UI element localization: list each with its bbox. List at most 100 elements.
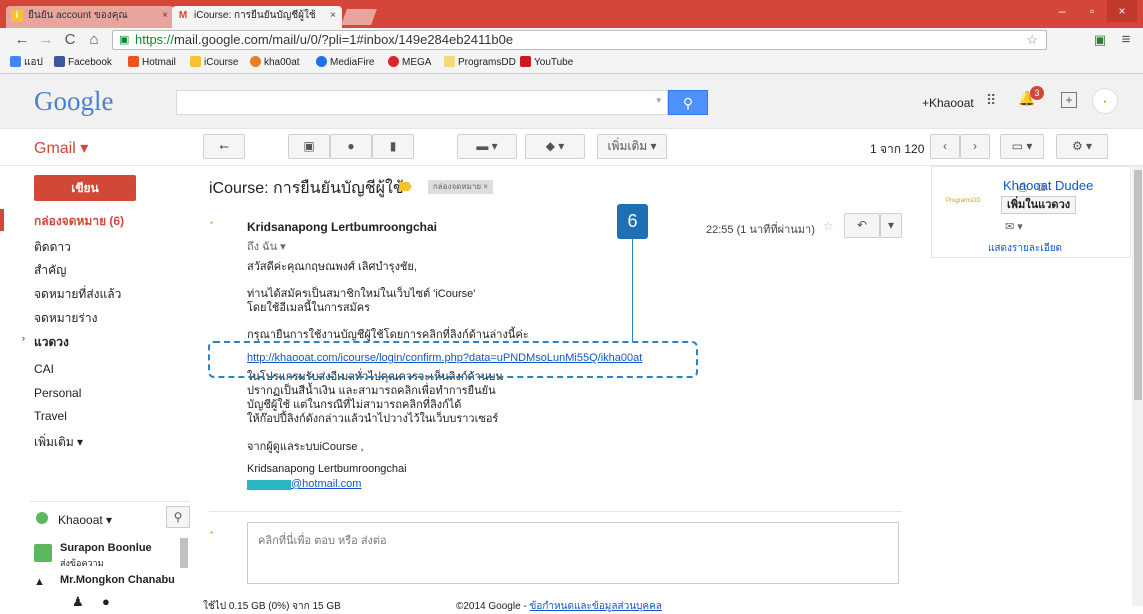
message-subject: iCourse: การยืนยันบัญชีผู้ใช้ xyxy=(209,180,404,197)
nav-drafts[interactable]: จดหมายร่าง xyxy=(34,309,97,328)
more-actions-button[interactable]: ▾ xyxy=(880,213,902,238)
nav-circles[interactable]: แวดวง xyxy=(34,333,69,352)
contact-card-name[interactable]: Khaooat Dudee xyxy=(1003,178,1093,193)
nav-starred[interactable]: ติดดาว xyxy=(34,238,71,257)
move-to-button[interactable]: ▬ ▾ xyxy=(457,134,517,159)
bookmark-youtube[interactable]: YouTube xyxy=(520,53,573,73)
minimize-icon[interactable]: – xyxy=(1047,0,1077,22)
chevron-left-icon: ‹ xyxy=(943,139,947,153)
menu-icon[interactable]: ≡ xyxy=(1118,31,1134,49)
chat-user[interactable]: Khaooat ▾ xyxy=(58,513,112,527)
person-icon[interactable]: ♟ xyxy=(72,594,84,610)
labels-button[interactable]: ◆ ▾ xyxy=(525,134,585,159)
maximize-icon[interactable]: ▫ xyxy=(1077,0,1107,22)
nav-inbox[interactable]: กล่องจดหมาย (6) xyxy=(34,212,124,231)
nav-label-cai[interactable]: CAI xyxy=(34,362,54,376)
avatar[interactable]: ● xyxy=(1092,88,1118,114)
gmail-favicon-icon: M xyxy=(178,10,188,21)
bookmark-hotmail[interactable]: Hotmail xyxy=(128,53,176,73)
forward-icon[interactable]: → xyxy=(38,31,54,49)
archive-button[interactable]: ▣ xyxy=(288,134,330,159)
bookmark-apps[interactable]: แอป xyxy=(10,53,43,73)
url-scheme: https:// xyxy=(135,32,175,47)
signature-name: Kridsanapong Lertbumroongchai xyxy=(247,463,407,475)
recipient-line[interactable]: ถึง ฉัน ▾ xyxy=(247,237,286,255)
tab-close-icon[interactable]: × xyxy=(162,6,168,26)
google-logo[interactable]: Google xyxy=(34,86,113,117)
gmail-label[interactable]: Gmail ▾ xyxy=(34,138,88,158)
hangouts-icon xyxy=(34,544,52,562)
input-tools-button[interactable]: ▭ ▾ xyxy=(1000,134,1044,159)
facebook-icon xyxy=(54,56,65,67)
nav-label-personal[interactable]: Personal xyxy=(34,386,81,400)
email-icon[interactable]: ✉ ▾ xyxy=(1005,220,1023,233)
signature-line: จากผู้ดูแลระบบiCourse , xyxy=(247,441,364,453)
browser-tab-1[interactable]: i ยืนยัน account ของคุณ × xyxy=(6,6,174,28)
new-tab-button[interactable] xyxy=(341,9,377,25)
lock-icon: ▣ xyxy=(119,34,130,46)
search-options-icon[interactable]: ▾ xyxy=(656,95,661,106)
reply-button[interactable]: ↶ xyxy=(844,213,880,238)
apps-grid-icon[interactable]: ⠿ xyxy=(986,92,996,109)
active-nav-marker xyxy=(0,209,4,231)
extension-icon[interactable]: ▣ xyxy=(1092,31,1108,49)
close-window-icon[interactable]: × xyxy=(1107,0,1137,22)
more-button[interactable]: เพิ่มเติม ▾ xyxy=(597,134,667,159)
message-divider xyxy=(209,511,902,512)
bookmark-kha00at[interactable]: kha00at xyxy=(250,53,300,73)
user-link[interactable]: +Khaooat xyxy=(922,96,974,110)
important-marker-icon[interactable] xyxy=(399,182,412,191)
bookmark-icourse[interactable]: iCourse xyxy=(190,53,238,73)
search-button[interactable]: ⚲ xyxy=(668,90,708,115)
chat-search-button[interactable]: ⚲ xyxy=(166,506,190,528)
phone-icon[interactable]: ● xyxy=(102,594,110,609)
reply-icon: ↶ xyxy=(856,218,868,232)
search-input[interactable]: ▾ xyxy=(176,90,668,115)
chat-scrollbar[interactable] xyxy=(180,538,188,568)
step-callout: 6 xyxy=(617,204,648,239)
add-to-circles-button[interactable]: เพิ่มในแวดวง xyxy=(1001,196,1077,214)
keyboard-icon: ▭ ▾ xyxy=(1011,139,1033,153)
bookmark-star-icon[interactable]: ☆ xyxy=(1026,31,1038,49)
back-to-inbox-button[interactable]: ⭠ xyxy=(203,134,245,159)
newer-button[interactable]: ‹ xyxy=(930,134,960,159)
show-details-link[interactable]: แสดงรายละเอียด xyxy=(988,241,1062,256)
compose-button[interactable]: เขียน xyxy=(34,175,136,201)
greeting: สวัสดีค่ะคุณกฤษณพงศ์ เลิศบำรุงชัย, xyxy=(247,261,417,273)
bookmark-facebook[interactable]: Facebook xyxy=(54,53,112,73)
reload-icon[interactable]: C xyxy=(62,31,78,49)
expand-icon[interactable]: › xyxy=(22,333,25,343)
reply-box[interactable]: คลิกที่นี่เพื่อ ตอบ หรือ ส่งต่อ xyxy=(247,522,899,584)
contact-name[interactable]: Surapon Boonlue xyxy=(60,542,152,554)
address-bar[interactable]: ▣ https://mail.google.com/mail/u/0/?pli=… xyxy=(112,30,1047,50)
body-line: โดยใช้อีเมลนี้ในการสมัคร xyxy=(247,302,371,314)
label-tag-icon: ◆ ▾ xyxy=(545,139,565,153)
bookmark-programsdd[interactable]: ProgramsDD xyxy=(444,53,516,73)
browser-tab-2[interactable]: M iCourse: การยืนยันบัญชีผู้ใช้ × xyxy=(172,6,342,28)
nav-more[interactable]: เพิ่มเติม ▾ xyxy=(34,433,83,452)
scrollbar-thumb[interactable] xyxy=(1134,170,1142,400)
search-icon: ⚲ xyxy=(173,510,183,524)
star-icon[interactable]: ☆ xyxy=(823,219,834,233)
nav-important[interactable]: สำคัญ xyxy=(34,261,66,280)
folder-icon xyxy=(444,56,455,67)
reply-prompt: คลิกที่นี่เพื่อ ตอบ หรือ ส่งต่อ xyxy=(258,535,387,547)
label-tag[interactable]: กล่องจดหมาย × xyxy=(428,180,493,194)
tab-close-icon[interactable]: × xyxy=(330,6,336,26)
bookmark-mediafire[interactable]: MediaFire xyxy=(316,53,374,73)
nav-sent[interactable]: จดหมายที่ส่งแล้ว xyxy=(34,285,121,304)
home-icon[interactable]: ⌂ xyxy=(86,31,102,49)
bookmark-mega[interactable]: MEGA xyxy=(388,53,431,73)
older-button[interactable]: › xyxy=(960,134,990,159)
share-plus-icon[interactable]: + xyxy=(1061,92,1077,108)
email-link[interactable]: @hotmail.com xyxy=(291,478,361,490)
terms-link[interactable]: ข้อกำหนดและข้อมูลส่วนบุคคล xyxy=(530,601,662,612)
report-spam-button[interactable]: ● xyxy=(330,134,372,159)
settings-button[interactable]: ⚙ ▾ xyxy=(1056,134,1108,159)
show-details-icon[interactable]: ▾ xyxy=(280,241,286,253)
nav-label-travel[interactable]: Travel xyxy=(34,409,67,423)
sender-name[interactable]: Kridsanapong Lertbumroongchai xyxy=(247,220,437,234)
contact-name[interactable]: Mr.Mongkon Chanabu xyxy=(60,574,175,586)
back-icon[interactable]: ← xyxy=(14,31,30,49)
delete-button[interactable]: ▮ xyxy=(372,134,414,159)
